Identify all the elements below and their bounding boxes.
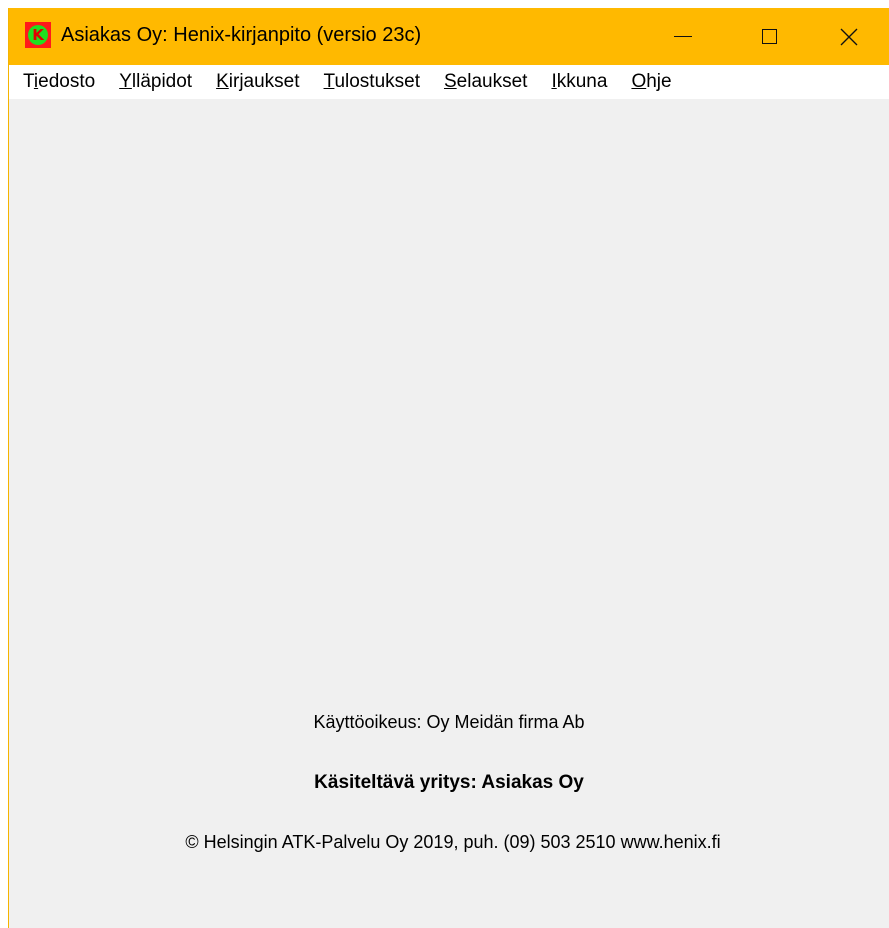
- minimize-icon: [674, 36, 692, 37]
- menu-yllapidot[interactable]: Ylläpidot: [119, 71, 192, 93]
- maximize-button[interactable]: [723, 8, 815, 65]
- menu-tiedosto[interactable]: Tiedosto: [23, 71, 95, 93]
- copyright-text: © Helsingin ATK-Palvelu Oy 2019, puh. (0…: [185, 832, 721, 852]
- close-icon: [840, 28, 858, 45]
- app-icon-letter: K: [28, 25, 48, 45]
- menu-tulostukset[interactable]: Tulostukset: [324, 71, 420, 93]
- menu-bar: Tiedosto Ylläpidot Kirjaukset Tulostukse…: [9, 65, 889, 99]
- window-title: Asiakas Oy: Henix-kirjanpito (versio 23c…: [61, 24, 422, 46]
- menu-kirjaukset[interactable]: Kirjaukset: [216, 71, 299, 93]
- app-window: K Asiakas Oy: Henix-kirjanpito (versio 2…: [8, 8, 889, 928]
- menu-selaukset[interactable]: Selaukset: [444, 71, 527, 93]
- menu-ohje[interactable]: Ohje: [631, 71, 671, 93]
- app-icon[interactable]: K: [25, 22, 51, 48]
- license-text: Käyttöoikeus: Oy Meidän firma Ab: [313, 712, 585, 732]
- menu-ikkuna[interactable]: Ikkuna: [551, 71, 607, 93]
- current-company-text: Käsiteltävä yritys: Asiakas Oy: [314, 772, 584, 793]
- close-button[interactable]: [809, 8, 889, 65]
- title-bar[interactable]: K Asiakas Oy: Henix-kirjanpito (versio 2…: [9, 8, 889, 65]
- minimize-button[interactable]: [637, 8, 729, 65]
- maximize-icon: [761, 29, 777, 44]
